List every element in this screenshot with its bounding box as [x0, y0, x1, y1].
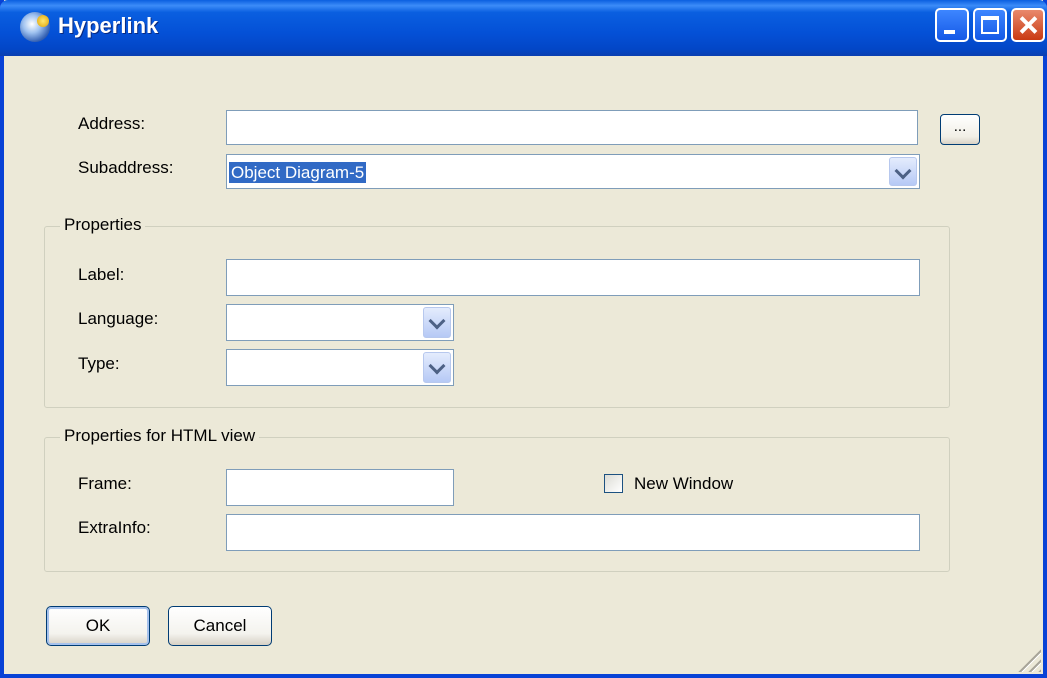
language-label: Language: — [78, 309, 159, 328]
language-dropdown-button[interactable] — [423, 307, 451, 338]
properties-group — [44, 226, 950, 408]
type-combo[interactable] — [226, 349, 454, 386]
title-bar[interactable]: Hyperlink — [0, 0, 1047, 56]
properties-legend: Properties — [60, 215, 146, 235]
type-dropdown-button[interactable] — [423, 352, 451, 383]
extra-info-label: ExtraInfo: — [78, 518, 151, 537]
minimize-button[interactable] — [935, 8, 969, 42]
address-input[interactable] — [226, 110, 918, 145]
address-label: Address: — [78, 114, 146, 133]
ok-button[interactable]: OK — [46, 606, 150, 646]
hyperlink-dialog: Hyperlink Address: ... Subaddress: Objec… — [0, 0, 1047, 678]
html-view-legend: Properties for HTML view — [60, 426, 260, 446]
close-button[interactable] — [1011, 8, 1045, 42]
subaddress-combo[interactable]: Object Diagram-5 — [226, 154, 920, 189]
browse-button[interactable]: ... — [940, 114, 980, 145]
cancel-button[interactable]: Cancel — [168, 606, 272, 646]
label-input[interactable] — [226, 259, 920, 296]
type-label: Type: — [78, 354, 120, 373]
subaddress-label: Subaddress: — [78, 158, 174, 177]
chevron-down-icon — [894, 162, 912, 180]
language-combo[interactable] — [226, 304, 454, 341]
new-window-label[interactable]: New Window — [634, 474, 733, 494]
new-window-checkbox[interactable] — [604, 474, 623, 493]
frame-label: Frame: — [78, 474, 132, 493]
label-label: Label: — [78, 265, 125, 284]
subaddress-dropdown-button[interactable] — [889, 157, 917, 186]
frame-input[interactable] — [226, 469, 454, 506]
chevron-down-icon — [428, 312, 446, 330]
subaddress-value: Object Diagram-5 — [229, 162, 367, 183]
window-title: Hyperlink — [58, 13, 159, 38]
html-view-group — [44, 437, 950, 572]
globe-icon — [20, 12, 50, 42]
chevron-down-icon — [428, 357, 446, 375]
resize-grip[interactable] — [1017, 648, 1041, 672]
extra-info-input[interactable] — [226, 514, 920, 551]
maximize-button[interactable] — [973, 8, 1007, 42]
